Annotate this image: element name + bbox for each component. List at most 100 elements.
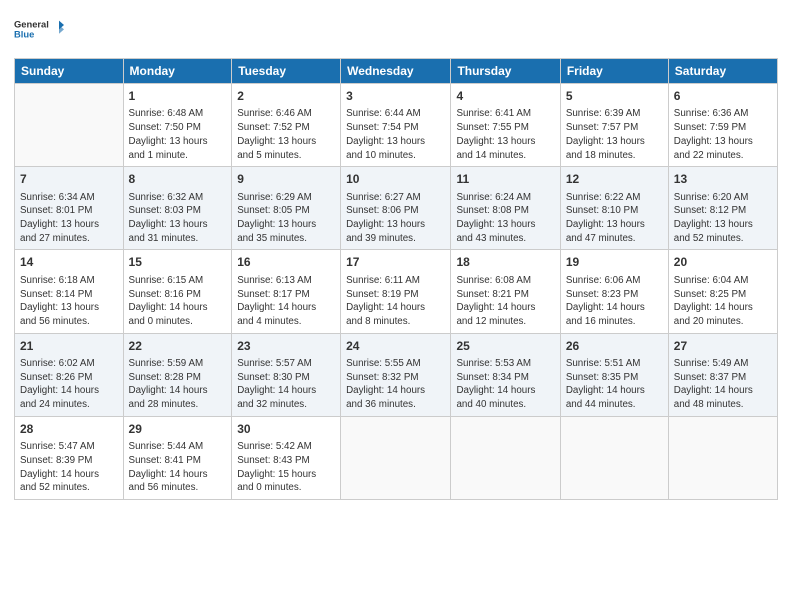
calendar-day-cell <box>15 84 124 167</box>
calendar-week-row: 14Sunrise: 6:18 AMSunset: 8:14 PMDayligh… <box>15 250 778 333</box>
logo: General Blue <box>14 10 64 50</box>
calendar-day-cell: 20 Sunrise: 6:04 AMSunset: 8:25 PMDayligh… <box>668 250 777 333</box>
day-number: 27 <box>674 338 772 355</box>
calendar-day-cell: 7 Sunrise: 6:34 AMSunset: 8:01 PMDaylight… <box>15 167 124 250</box>
calendar-day-cell: 10 Sunrise: 6:27 AMSunset: 8:06 PMDayligh… <box>341 167 451 250</box>
calendar-day-cell: 16Sunrise: 6:13 AMSunset: 8:17 PMDayligh… <box>232 250 341 333</box>
day-info: Sunrise: 6:24 AMSunset: 8:08 PMDaylight:… <box>456 191 554 246</box>
calendar-day-cell: 22 Sunrise: 5:59 AMSunset: 8:28 PMDayligh… <box>123 333 232 416</box>
day-info: Sunrise: 6:36 AMSunset: 7:59 PMDaylight:… <box>674 107 772 162</box>
day-number: 23 <box>237 338 335 355</box>
day-info: Sunrise: 6:48 AMSunset: 7:50 PMDaylight:… <box>129 107 227 162</box>
day-number: 29 <box>129 421 227 438</box>
day-info: Sunrise: 5:53 AMSunset: 8:34 PMDaylight:… <box>456 357 554 412</box>
day-number: 21 <box>20 338 118 355</box>
day-info: Sunrise: 6:13 AMSunset: 8:17 PMDaylight:… <box>237 274 335 329</box>
day-info: Sunrise: 6:44 AMSunset: 7:54 PMDaylight:… <box>346 107 445 162</box>
day-number: 19 <box>566 254 663 271</box>
day-number: 18 <box>456 254 554 271</box>
calendar-day-cell: 24 Sunrise: 5:55 AMSunset: 8:32 PMDayligh… <box>341 333 451 416</box>
day-info: Sunrise: 6:34 AMSunset: 8:01 PMDaylight:… <box>20 191 118 246</box>
day-info: Sunrise: 6:02 AMSunset: 8:26 PMDaylight:… <box>20 357 118 412</box>
calendar-day-cell: 23Sunrise: 5:57 AMSunset: 8:30 PMDayligh… <box>232 333 341 416</box>
calendar-day-cell: 19 Sunrise: 6:06 AMSunset: 8:23 PMDayligh… <box>560 250 668 333</box>
day-number: 17 <box>346 254 445 271</box>
calendar-day-cell: 29Sunrise: 5:44 AMSunset: 8:41 PMDayligh… <box>123 416 232 499</box>
svg-text:General: General <box>14 20 49 30</box>
day-info: Sunrise: 6:08 AMSunset: 8:21 PMDaylight:… <box>456 274 554 329</box>
calendar-day-cell: 25 Sunrise: 5:53 AMSunset: 8:34 PMDayligh… <box>451 333 560 416</box>
calendar-day-cell: 3Sunrise: 6:44 AMSunset: 7:54 PMDaylight… <box>341 84 451 167</box>
calendar-day-cell: 21 Sunrise: 6:02 AMSunset: 8:26 PMDayligh… <box>15 333 124 416</box>
day-info: Sunrise: 6:20 AMSunset: 8:12 PMDaylight:… <box>674 191 772 246</box>
day-info: Sunrise: 5:59 AMSunset: 8:28 PMDaylight:… <box>129 357 227 412</box>
day-info: Sunrise: 5:51 AMSunset: 8:35 PMDaylight:… <box>566 357 663 412</box>
calendar-header-row: SundayMondayTuesdayWednesdayThursdayFrid… <box>15 59 778 84</box>
day-info: Sunrise: 5:47 AMSunset: 8:39 PMDaylight:… <box>20 440 118 495</box>
day-info: Sunrise: 5:55 AMSunset: 8:32 PMDaylight:… <box>346 357 445 412</box>
day-info: Sunrise: 6:18 AMSunset: 8:14 PMDaylight:… <box>20 274 118 329</box>
calendar-header-sunday: Sunday <box>15 59 124 84</box>
calendar-table: SundayMondayTuesdayWednesdayThursdayFrid… <box>14 58 778 500</box>
calendar-day-cell <box>560 416 668 499</box>
calendar-day-cell: 18 Sunrise: 6:08 AMSunset: 8:21 PMDayligh… <box>451 250 560 333</box>
calendar-header-friday: Friday <box>560 59 668 84</box>
day-number: 28 <box>20 421 118 438</box>
day-number: 11 <box>456 171 554 188</box>
day-number: 10 <box>346 171 445 188</box>
calendar-day-cell: 13Sunrise: 6:20 AMSunset: 8:12 PMDayligh… <box>668 167 777 250</box>
calendar-week-row: 7 Sunrise: 6:34 AMSunset: 8:01 PMDaylight… <box>15 167 778 250</box>
calendar-day-cell: 11 Sunrise: 6:24 AMSunset: 8:08 PMDayligh… <box>451 167 560 250</box>
day-number: 30 <box>237 421 335 438</box>
day-number: 20 <box>674 254 772 271</box>
calendar-day-cell <box>668 416 777 499</box>
calendar-day-cell: 14Sunrise: 6:18 AMSunset: 8:14 PMDayligh… <box>15 250 124 333</box>
day-info: Sunrise: 6:29 AMSunset: 8:05 PMDaylight:… <box>237 191 335 246</box>
day-number: 22 <box>129 338 227 355</box>
day-info: Sunrise: 6:11 AMSunset: 8:19 PMDaylight:… <box>346 274 445 329</box>
calendar-header-saturday: Saturday <box>668 59 777 84</box>
day-number: 25 <box>456 338 554 355</box>
calendar-day-cell: 30 Sunrise: 5:42 AMSunset: 8:43 PMDayligh… <box>232 416 341 499</box>
calendar-day-cell <box>451 416 560 499</box>
calendar-day-cell: 6Sunrise: 6:36 AMSunset: 7:59 PMDaylight… <box>668 84 777 167</box>
calendar-day-cell: 9 Sunrise: 6:29 AMSunset: 8:05 PMDaylight… <box>232 167 341 250</box>
calendar-header-thursday: Thursday <box>451 59 560 84</box>
svg-text:Blue: Blue <box>14 30 34 40</box>
day-number: 26 <box>566 338 663 355</box>
day-number: 24 <box>346 338 445 355</box>
calendar-day-cell: 2Sunrise: 6:46 AMSunset: 7:52 PMDaylight… <box>232 84 341 167</box>
day-info: Sunrise: 6:22 AMSunset: 8:10 PMDaylight:… <box>566 191 663 246</box>
calendar-day-cell: 1 Sunrise: 6:48 AMSunset: 7:50 PMDaylight… <box>123 84 232 167</box>
calendar-day-cell: 12Sunrise: 6:22 AMSunset: 8:10 PMDayligh… <box>560 167 668 250</box>
calendar-header-tuesday: Tuesday <box>232 59 341 84</box>
calendar-day-cell: 27Sunrise: 5:49 AMSunset: 8:37 PMDayligh… <box>668 333 777 416</box>
calendar-week-row: 21 Sunrise: 6:02 AMSunset: 8:26 PMDayligh… <box>15 333 778 416</box>
day-info: Sunrise: 6:27 AMSunset: 8:06 PMDaylight:… <box>346 191 445 246</box>
day-number: 15 <box>129 254 227 271</box>
day-info: Sunrise: 5:42 AMSunset: 8:43 PMDaylight:… <box>237 440 335 495</box>
logo-svg: General Blue <box>14 10 64 50</box>
header: General Blue <box>14 10 778 50</box>
calendar-day-cell: 5 Sunrise: 6:39 AMSunset: 7:57 PMDaylight… <box>560 84 668 167</box>
calendar-day-cell: 8Sunrise: 6:32 AMSunset: 8:03 PMDaylight… <box>123 167 232 250</box>
day-number: 8 <box>129 171 227 188</box>
day-number: 1 <box>129 88 227 105</box>
day-info: Sunrise: 6:46 AMSunset: 7:52 PMDaylight:… <box>237 107 335 162</box>
day-info: Sunrise: 6:06 AMSunset: 8:23 PMDaylight:… <box>566 274 663 329</box>
day-info: Sunrise: 6:15 AMSunset: 8:16 PMDaylight:… <box>129 274 227 329</box>
calendar-day-cell: 17 Sunrise: 6:11 AMSunset: 8:19 PMDayligh… <box>341 250 451 333</box>
calendar-header-wednesday: Wednesday <box>341 59 451 84</box>
day-number: 5 <box>566 88 663 105</box>
calendar-day-cell: 26 Sunrise: 5:51 AMSunset: 8:35 PMDayligh… <box>560 333 668 416</box>
calendar-week-row: 1 Sunrise: 6:48 AMSunset: 7:50 PMDaylight… <box>15 84 778 167</box>
calendar-week-row: 28 Sunrise: 5:47 AMSunset: 8:39 PMDayligh… <box>15 416 778 499</box>
day-number: 4 <box>456 88 554 105</box>
day-info: Sunrise: 6:39 AMSunset: 7:57 PMDaylight:… <box>566 107 663 162</box>
day-number: 7 <box>20 171 118 188</box>
calendar-header-monday: Monday <box>123 59 232 84</box>
calendar-day-cell: 15 Sunrise: 6:15 AMSunset: 8:16 PMDayligh… <box>123 250 232 333</box>
day-number: 9 <box>237 171 335 188</box>
page: General Blue SundayMondayTuesdayWednesda… <box>0 0 792 612</box>
day-info: Sunrise: 6:04 AMSunset: 8:25 PMDaylight:… <box>674 274 772 329</box>
